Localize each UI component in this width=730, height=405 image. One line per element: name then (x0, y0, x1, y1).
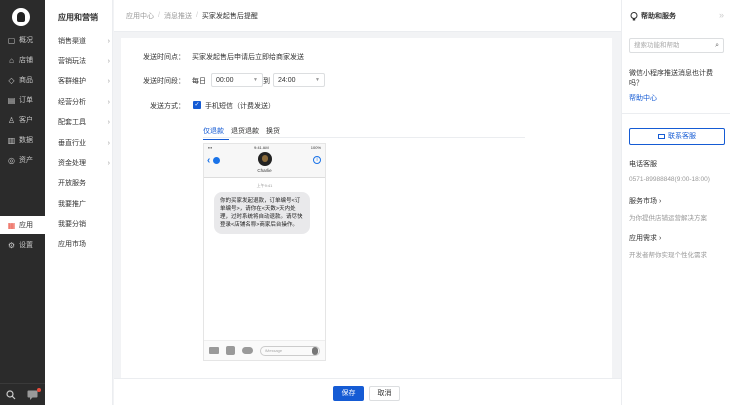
service-market-link[interactable]: 服务市场 › (629, 197, 725, 207)
signal-icon: ▪▪▪ (208, 145, 213, 150)
primary-sidebar: ▢ 概况 ⌂ 店铺 ◇ 商品 ▤ 订单 ♙ 客户 ▥ 数据 ◎ 资产 ▦ 应用 ⚙ 设置 (0, 0, 45, 405)
end-time-select[interactable]: 24:00 ▼ (273, 73, 325, 87)
chevron-right-icon: › (107, 139, 110, 147)
submenu-sales-channel[interactable]: 销售渠道 › (58, 34, 110, 48)
message-date: 上午9:41 (256, 183, 273, 188)
customer-icon: ♙ (7, 115, 16, 125)
nav-item-app[interactable]: ▦ 应用 (0, 216, 45, 234)
secondary-sidebar: 应用和营销 销售渠道 › 营销玩法 › 客群维护 › 经营分析 › 配套工具 › 垂直行业… (45, 0, 113, 405)
order-icon: ▤ (7, 95, 16, 105)
submenu-marketing[interactable]: 营销玩法 › (58, 54, 110, 68)
submenu-customer-care[interactable]: 客群维护 › (58, 74, 110, 88)
help-panel: 帮助和服务 » 搜索功能和帮助 ⌕ 微信小程序推送消息也计费吗？ 帮助中心 联系客… (621, 0, 730, 405)
info-icon: i (313, 156, 321, 164)
chevron-right-icon: › (107, 159, 110, 167)
time-point-label: 发送时间点： (143, 54, 185, 61)
sms-preview-phone: ▪▪▪ 9:41 AM 100% ‹ Charlie i 上午9:41 你的买家… (203, 143, 326, 361)
monitor-icon (658, 133, 665, 139)
search-icon[interactable] (6, 390, 16, 400)
breadcrumb-current: 买家发起售后提醒 (201, 12, 258, 20)
nav-item-settings[interactable]: ⚙ 设置 (0, 236, 45, 254)
contact-support-button[interactable]: 联系客服 (629, 128, 725, 145)
sms-checkbox[interactable]: ✓ (193, 101, 201, 109)
tabs-divider (203, 137, 525, 138)
section-title: 应用和营销 (58, 13, 98, 22)
help-search-input[interactable]: 搜索功能和帮助 ⌕ (629, 38, 724, 53)
nav-item-customer[interactable]: ♙ 客户 (0, 111, 45, 129)
nav-item-overview[interactable]: ▢ 概况 (0, 31, 45, 49)
submenu-promote[interactable]: 我要推广 (58, 197, 110, 211)
phone-status-bar: ▪▪▪ 9:41 AM 100% (208, 145, 321, 150)
submenu-analytics[interactable]: 经营分析 › (58, 95, 110, 109)
nav-item-asset[interactable]: ◎ 资产 (0, 151, 45, 169)
app-demand-link[interactable]: 应用需求 › (629, 234, 725, 244)
footer-actions: 保存 取消 (114, 378, 621, 405)
cloud-icon (242, 347, 253, 354)
nav-item-goods[interactable]: ◇ 商品 (0, 71, 45, 89)
overview-icon: ▢ (7, 35, 16, 45)
nav-item-order[interactable]: ▤ 订单 (0, 91, 45, 109)
brand-logo[interactable] (12, 8, 30, 26)
submenu-app-market[interactable]: 应用市场 (58, 237, 110, 251)
phone-input-bar: iMessage (204, 340, 325, 360)
imessage-input: iMessage (260, 346, 320, 356)
app-demand-desc: 开发者帮你实现个性化需求 (629, 252, 707, 259)
method-label: 发送方式： (150, 103, 185, 110)
sidebar-bottom-tools (0, 383, 45, 405)
chevron-right-icon: › (107, 98, 110, 106)
breadcrumb-message-push[interactable]: 消息推送 (164, 11, 192, 21)
goods-icon: ◇ (8, 75, 15, 85)
chevron-right-icon: › (107, 77, 110, 85)
settings-icon: ⚙ (7, 240, 16, 250)
store-icon: ⌂ (9, 55, 14, 65)
avatar (258, 152, 272, 166)
submenu-open-service[interactable]: 开放服务 (58, 176, 110, 190)
sms-label: 手机短信（计费发送） (205, 103, 275, 110)
submenu-industry[interactable]: 垂直行业 › (58, 136, 110, 150)
cancel-button[interactable]: 取消 (369, 386, 400, 401)
contact-name: Charlie (257, 168, 272, 173)
appstore-icon (226, 346, 235, 355)
chevron-right-icon: › (107, 37, 110, 45)
camera-icon (209, 347, 219, 354)
phone-support-number: 0571-89988848(9:00-18:00) (629, 176, 710, 183)
nav-item-store[interactable]: ⌂ 店铺 (0, 51, 45, 69)
chevron-right-icon: › (107, 57, 110, 65)
help-center-link[interactable]: 帮助中心 (629, 93, 657, 103)
phone-header: ▪▪▪ 9:41 AM 100% ‹ Charlie i (204, 144, 325, 178)
unread-badge (213, 157, 220, 164)
faq-question[interactable]: 微信小程序推送消息也计费吗？ (629, 69, 725, 89)
app-icon: ▦ (7, 220, 16, 230)
notification-dot (37, 388, 41, 392)
start-time-select[interactable]: 00:00 ▼ (211, 73, 263, 87)
submenu-tools[interactable]: 配套工具 › (58, 115, 110, 129)
breadcrumb: 应用中心 / 消息推送 / 买家发起售后提醒 (114, 0, 621, 32)
mic-icon (312, 347, 318, 355)
back-icon: ‹ (207, 155, 211, 166)
every-day-label: 每日 (192, 78, 206, 85)
save-button[interactable]: 保存 (333, 386, 364, 401)
time-point-value: 买家发起售后申请后立即给商家发送 (192, 54, 304, 61)
data-icon: ▥ (7, 135, 16, 145)
search-icon: ⌕ (715, 42, 719, 49)
to-label: 到 (263, 78, 270, 85)
phone-support-title: 电话客服 (629, 161, 657, 168)
collapse-icon[interactable]: » (719, 10, 724, 20)
sms-message-bubble: 你的买家发起退款，订单编号<订单编号>，请你在<天数>天内处理，过时系统将自动退… (214, 192, 310, 234)
time-range-label: 发送时间段： (143, 78, 185, 85)
submenu-distribution[interactable]: 我要分销 (58, 217, 110, 231)
nav-item-data[interactable]: ▥ 数据 (0, 131, 45, 149)
chevron-right-icon: › (107, 118, 110, 126)
help-panel-title: 帮助和服务 (630, 11, 676, 21)
submenu-funds[interactable]: 资金处理 › (58, 156, 110, 170)
settings-form: 发送时间点： 买家发起售后申请后立即给商家发送 发送时间段： 每日 00:00 ▼… (121, 38, 612, 378)
chat-icon[interactable] (27, 390, 38, 400)
chevron-down-icon: ▼ (315, 77, 320, 83)
service-market-desc: 为你提供店铺运营解决方案 (629, 215, 707, 222)
lightbulb-icon (630, 11, 638, 20)
breadcrumb-app-center[interactable]: 应用中心 (126, 11, 154, 21)
chevron-down-icon: ▼ (253, 77, 258, 83)
asset-icon: ◎ (8, 155, 15, 165)
